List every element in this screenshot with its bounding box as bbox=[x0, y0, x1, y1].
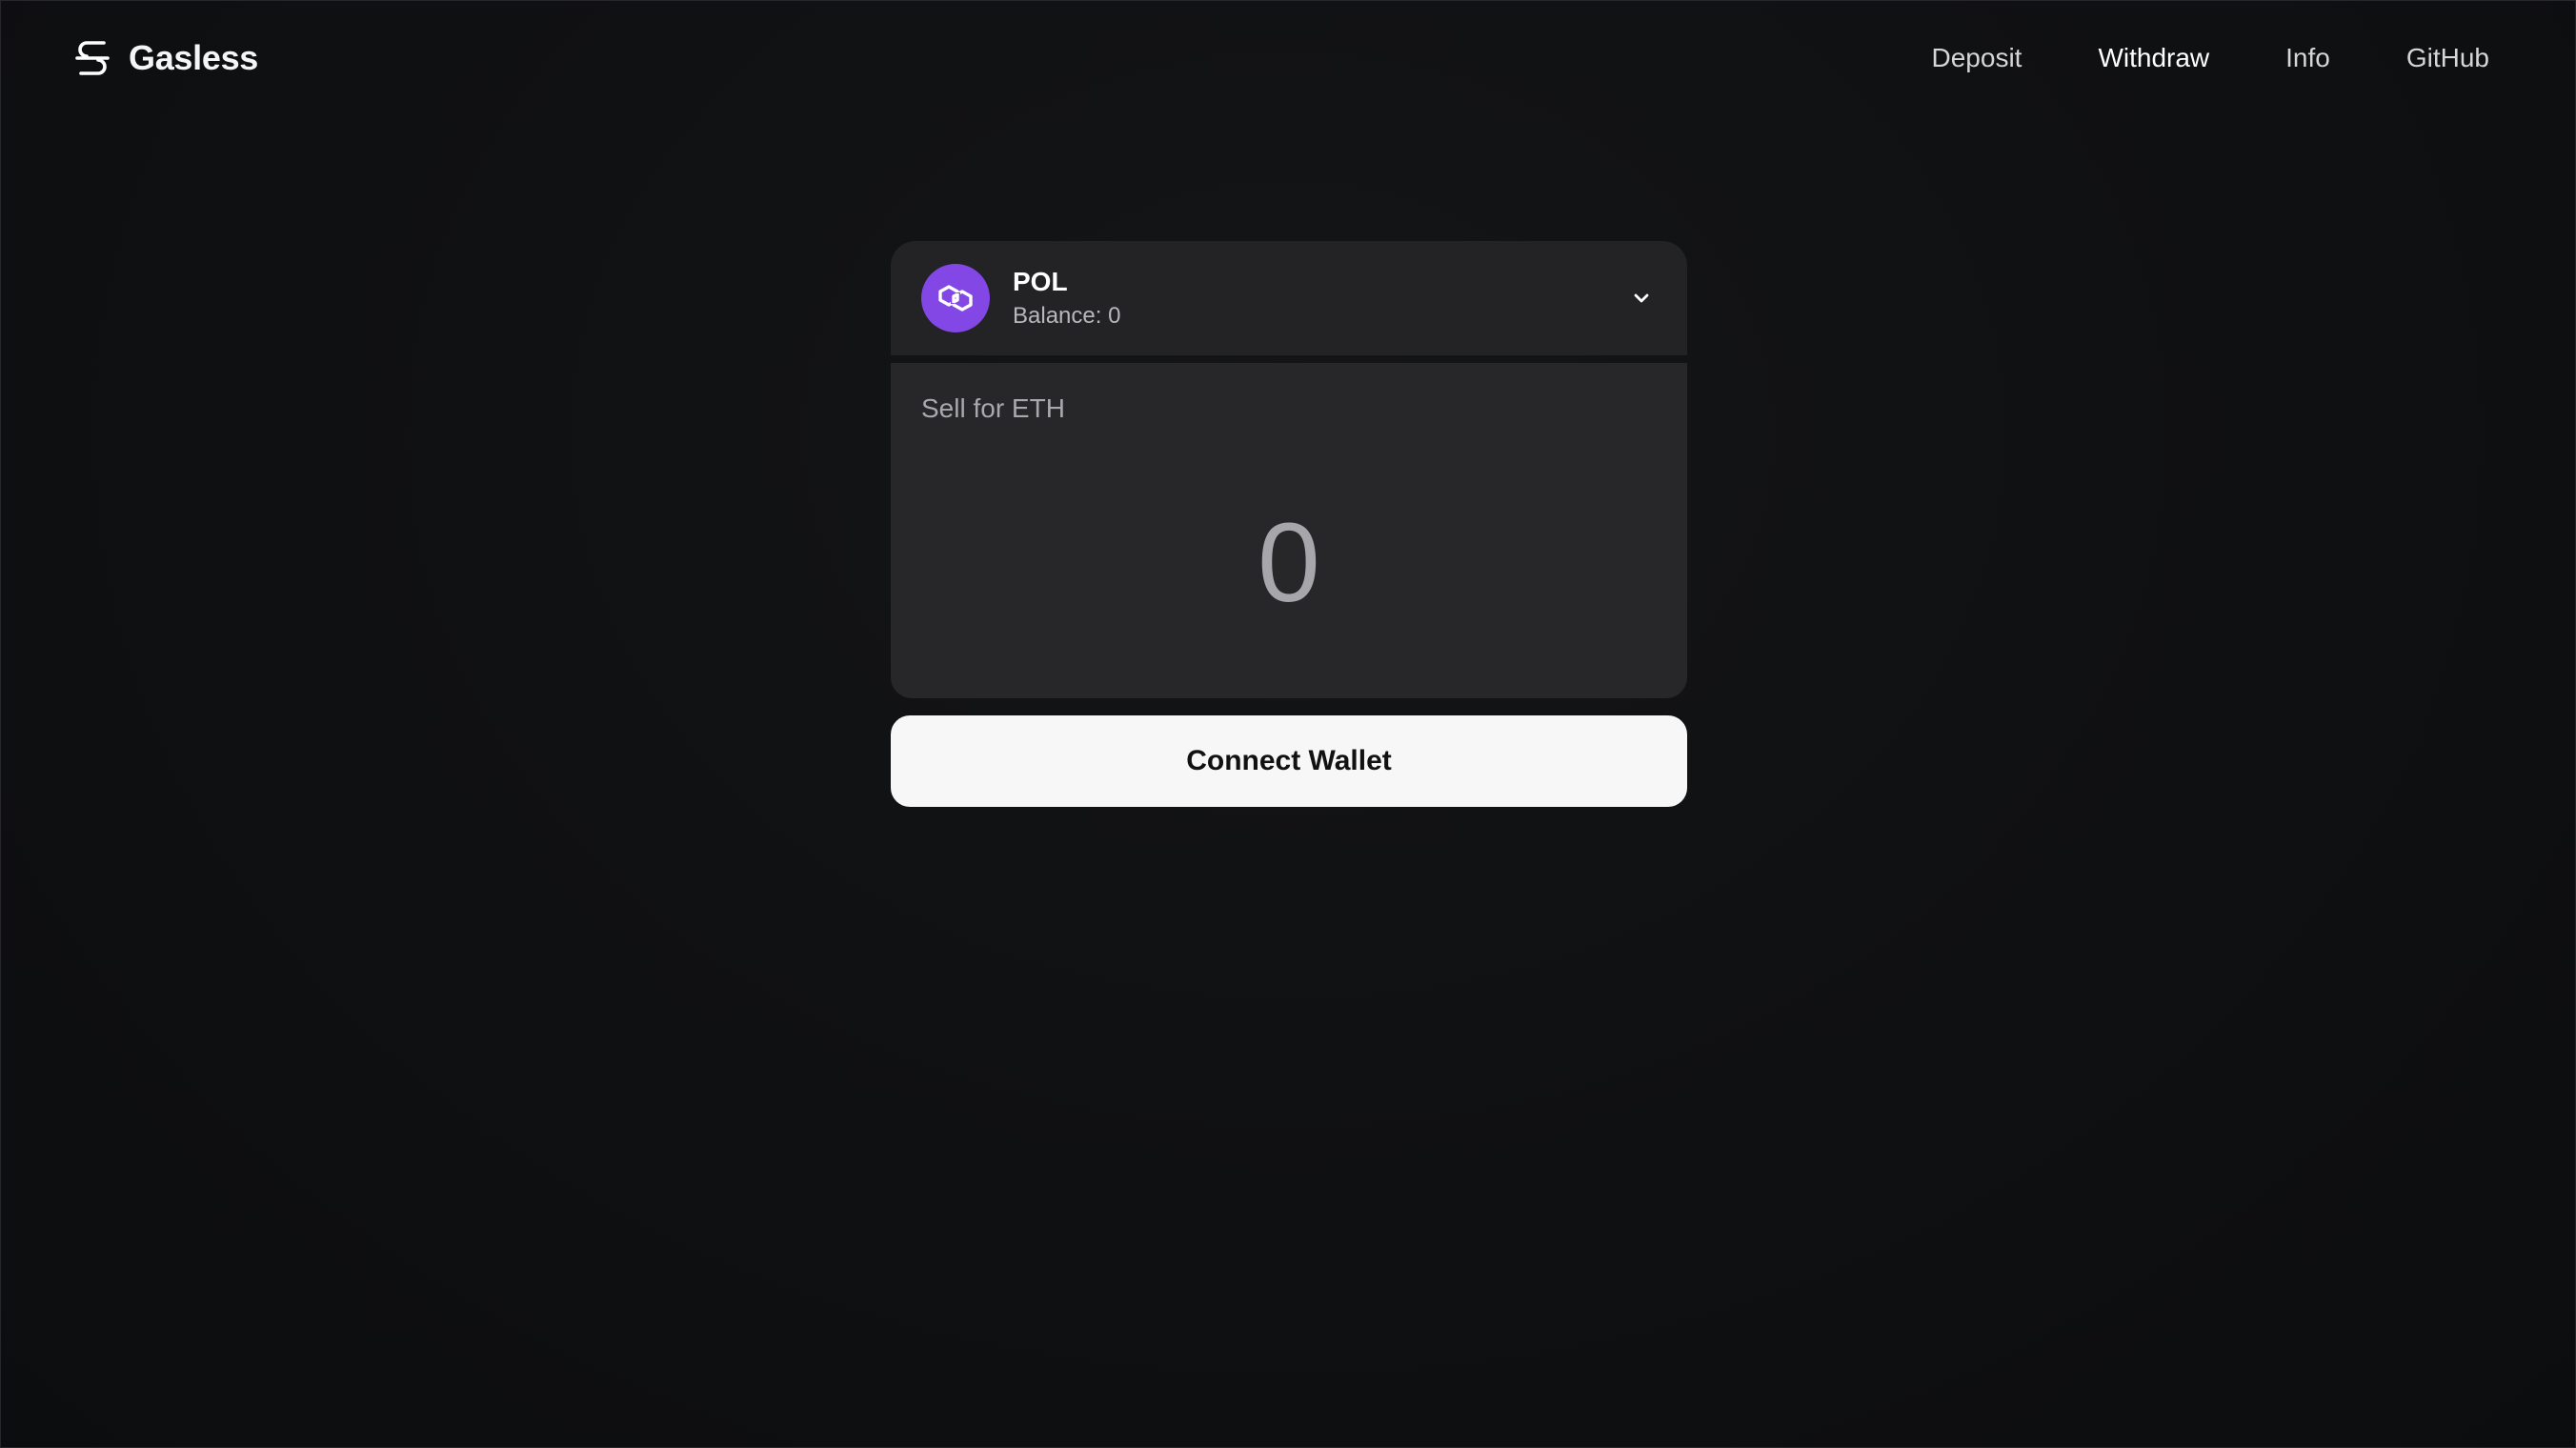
top-header: Gasless Deposit Withdraw Info GitHub bbox=[1, 1, 2576, 115]
nav-withdraw[interactable]: Withdraw bbox=[2098, 37, 2209, 79]
nav-github[interactable]: GitHub bbox=[2406, 37, 2489, 79]
chevron-down-icon bbox=[1634, 293, 1649, 303]
polygon-token-icon bbox=[921, 264, 990, 332]
token-balance: Balance: 0 bbox=[1013, 303, 1121, 329]
gasless-logo-icon bbox=[75, 41, 110, 75]
token-info: POL Balance: 0 bbox=[1013, 266, 1120, 331]
brand-home-link[interactable]: Gasless bbox=[73, 35, 258, 81]
amount-input[interactable] bbox=[891, 496, 1687, 630]
withdraw-card: POL Balance: 0 Sell for ETH Connect Wall… bbox=[891, 241, 1687, 807]
brand-name: Gasless bbox=[129, 38, 259, 77]
app-page: Gasless Deposit Withdraw Info GitHub POL bbox=[0, 0, 2576, 1448]
main-nav: Deposit Withdraw Info GitHub bbox=[1932, 37, 2490, 79]
nav-deposit[interactable]: Deposit bbox=[1932, 37, 2023, 79]
connect-wallet-button[interactable]: Connect Wallet bbox=[891, 715, 1687, 807]
nav-info[interactable]: Info bbox=[2285, 37, 2330, 79]
sell-label: Sell for ETH bbox=[921, 393, 1065, 423]
token-selector[interactable]: POL Balance: 0 bbox=[891, 241, 1687, 355]
sell-amount-panel: Sell for ETH bbox=[891, 363, 1687, 698]
token-symbol: POL bbox=[1013, 267, 1068, 296]
